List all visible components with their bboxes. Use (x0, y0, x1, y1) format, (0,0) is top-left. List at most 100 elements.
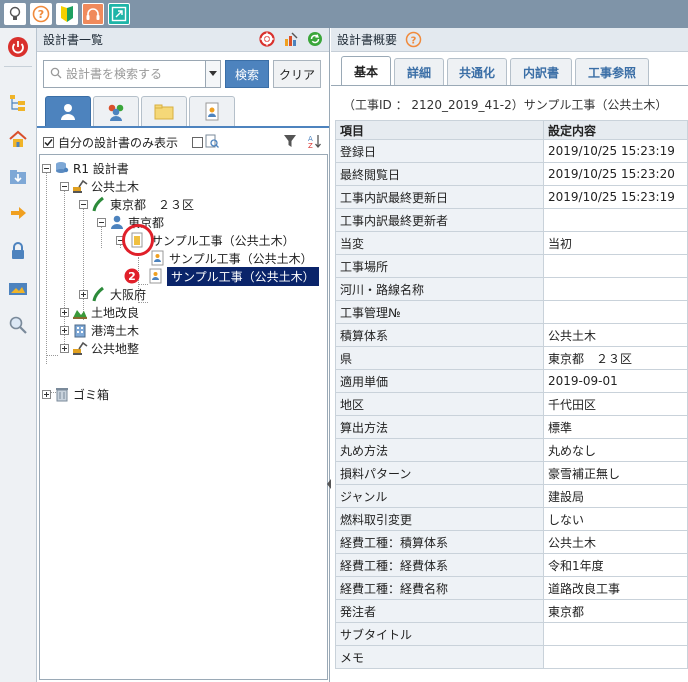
table-row[interactable]: 発注者 東京都 (335, 599, 688, 623)
row-item-value[interactable]: 2019/10/25 15:23:20 (543, 162, 688, 186)
mine-only-checkbox[interactable] (43, 136, 54, 148)
tab-folder[interactable] (141, 96, 187, 126)
lightbulb-icon[interactable] (4, 3, 26, 25)
collapse-toggle[interactable] (79, 199, 88, 209)
row-item-value[interactable]: 道路改良工事 (543, 576, 688, 600)
tree-node-tokyo-23[interactable]: 東京都 ２３区 (79, 195, 194, 213)
filter-icon[interactable] (283, 134, 297, 151)
tab-basic[interactable]: 基本 (341, 56, 391, 85)
table-row[interactable]: 県東京都 ２３区 (335, 346, 688, 370)
tree-node-harbor[interactable]: 港湾土木 (60, 321, 139, 339)
row-item-value[interactable]: 標準 (543, 415, 688, 439)
tree-node-sample-selected[interactable]: サンプル工事（公共土木） (148, 266, 319, 286)
table-row[interactable]: 経費工種：経費体系 令和1年度 (335, 553, 688, 577)
tree-node-root[interactable]: R1 設計書 (42, 159, 129, 177)
tab-work-reference[interactable]: 工事参照 (575, 58, 649, 85)
table-row[interactable]: メモ (335, 645, 688, 669)
table-row[interactable]: サブタイトル (335, 622, 688, 646)
row-item-value[interactable] (543, 277, 688, 301)
table-row[interactable]: ジャンル 建設局 (335, 484, 688, 508)
image-card-icon[interactable] (7, 278, 29, 300)
tree-node-sample-child-1[interactable]: サンプル工事（公共土木） (150, 249, 313, 267)
row-item-value[interactable]: 当初 (543, 231, 688, 255)
tree-node-public-works[interactable]: 公共土木 (60, 177, 139, 195)
download-folder-icon[interactable] (7, 166, 29, 188)
row-item-value[interactable]: 2019/10/25 15:23:19 (543, 185, 688, 209)
row-item-value[interactable]: 東京都 (543, 599, 688, 623)
home-icon[interactable] (7, 128, 29, 150)
search-button[interactable]: 検索 (225, 60, 269, 88)
row-item-value[interactable]: しない (543, 507, 688, 531)
arrow-right-icon[interactable] (7, 202, 29, 224)
table-row[interactable]: 損料パターン 豪雪補正無し (335, 461, 688, 485)
expand-toggle[interactable] (60, 343, 69, 353)
tab-document[interactable] (189, 96, 235, 126)
table-row[interactable]: 燃料取引変更 しない (335, 507, 688, 531)
row-item-value[interactable]: 令和1年度 (543, 553, 688, 577)
table-row[interactable]: 工事管理№ (335, 300, 688, 324)
table-row[interactable]: 工事場所 (335, 254, 688, 278)
table-row[interactable]: 地区 千代田区 (335, 392, 688, 416)
tab-common[interactable]: 共通化 (447, 58, 507, 85)
row-item-value[interactable]: 2019-09-01 (543, 369, 688, 393)
table-row[interactable]: 河川・路線名称 (335, 277, 688, 301)
row-item-value[interactable]: 2019/10/25 15:23:19 (543, 139, 688, 163)
table-row[interactable]: 算出方法 標準 (335, 415, 688, 439)
table-row[interactable]: 積算体系 公共土木 (335, 323, 688, 347)
expand-icon[interactable] (108, 3, 130, 25)
lifebuoy-icon[interactable] (259, 31, 275, 50)
search-input[interactable] (66, 67, 196, 81)
tab-group[interactable] (93, 96, 139, 126)
preview-checkbox[interactable] (192, 136, 204, 148)
help-icon[interactable]: ? (405, 31, 422, 48)
clear-button[interactable]: クリア (273, 60, 321, 88)
table-row[interactable]: 当変 当初 (335, 231, 688, 255)
table-row[interactable]: 工事内訳最終更新日 2019/10/25 15:23:19 (335, 185, 688, 209)
tree-node-osaka[interactable]: 大阪府 (79, 285, 146, 303)
tab-breakdown[interactable]: 内訳書 (510, 58, 572, 85)
row-item-value[interactable]: 丸めなし (543, 438, 688, 462)
expand-toggle[interactable] (60, 307, 69, 317)
row-item-value[interactable] (543, 645, 688, 669)
tree-node-trash[interactable]: ゴミ箱 (42, 385, 109, 403)
row-item-value[interactable]: 豪雪補正無し (543, 461, 688, 485)
tree-node-sample-parent[interactable]: サンプル工事（公共土木） (116, 224, 295, 256)
row-item-value[interactable]: 建設局 (543, 484, 688, 508)
expand-toggle[interactable] (79, 289, 88, 299)
tab-user[interactable] (45, 96, 91, 126)
search-dropdown-button[interactable] (205, 60, 221, 88)
tree-node-public-regional[interactable]: 公共地整 (60, 339, 139, 357)
tree-node-land-improvement[interactable]: 土地改良 (60, 303, 139, 321)
help-icon[interactable]: ? (30, 3, 52, 25)
collapse-toggle[interactable] (60, 181, 69, 191)
power-icon[interactable] (7, 36, 29, 58)
lock-icon[interactable] (7, 240, 29, 262)
collapse-toggle[interactable] (97, 217, 106, 227)
table-row[interactable]: 適用単価 2019-09-01 (335, 369, 688, 393)
tab-detail[interactable]: 詳細 (394, 58, 444, 85)
table-row[interactable]: 丸め方法 丸めなし (335, 438, 688, 462)
beginner-mark-icon[interactable] (56, 3, 78, 25)
table-row[interactable]: 最終閲覧日 2019/10/25 15:23:20 (335, 162, 688, 186)
table-row[interactable]: 経費工種：経費名称 道路改良工事 (335, 576, 688, 600)
expand-toggle[interactable] (60, 325, 69, 335)
row-item-value[interactable]: 東京都 ２３区 (543, 346, 688, 370)
tree-layout-icon[interactable] (7, 92, 29, 114)
row-item-value[interactable]: 公共土木 (543, 530, 688, 554)
headset-icon[interactable] (82, 3, 104, 25)
table-row[interactable]: 経費工種：積算体系 公共土木 (335, 530, 688, 554)
row-item-value[interactable]: 公共土木 (543, 323, 688, 347)
table-row[interactable]: 登録日 2019/10/25 15:23:19 (335, 139, 688, 163)
row-item-value[interactable] (543, 208, 688, 232)
expand-toggle[interactable] (42, 389, 51, 399)
refresh-icon[interactable] (307, 31, 323, 50)
table-row[interactable]: 工事内訳最終更新者 (335, 208, 688, 232)
preview-doc-icon[interactable] (205, 134, 219, 151)
row-item-value[interactable] (543, 254, 688, 278)
row-item-value[interactable] (543, 622, 688, 646)
row-item-value[interactable] (543, 300, 688, 324)
magnifier-icon[interactable] (7, 314, 29, 336)
collapse-toggle[interactable] (42, 163, 51, 173)
chart-edit-icon[interactable] (283, 31, 299, 50)
row-item-value[interactable]: 千代田区 (543, 392, 688, 416)
